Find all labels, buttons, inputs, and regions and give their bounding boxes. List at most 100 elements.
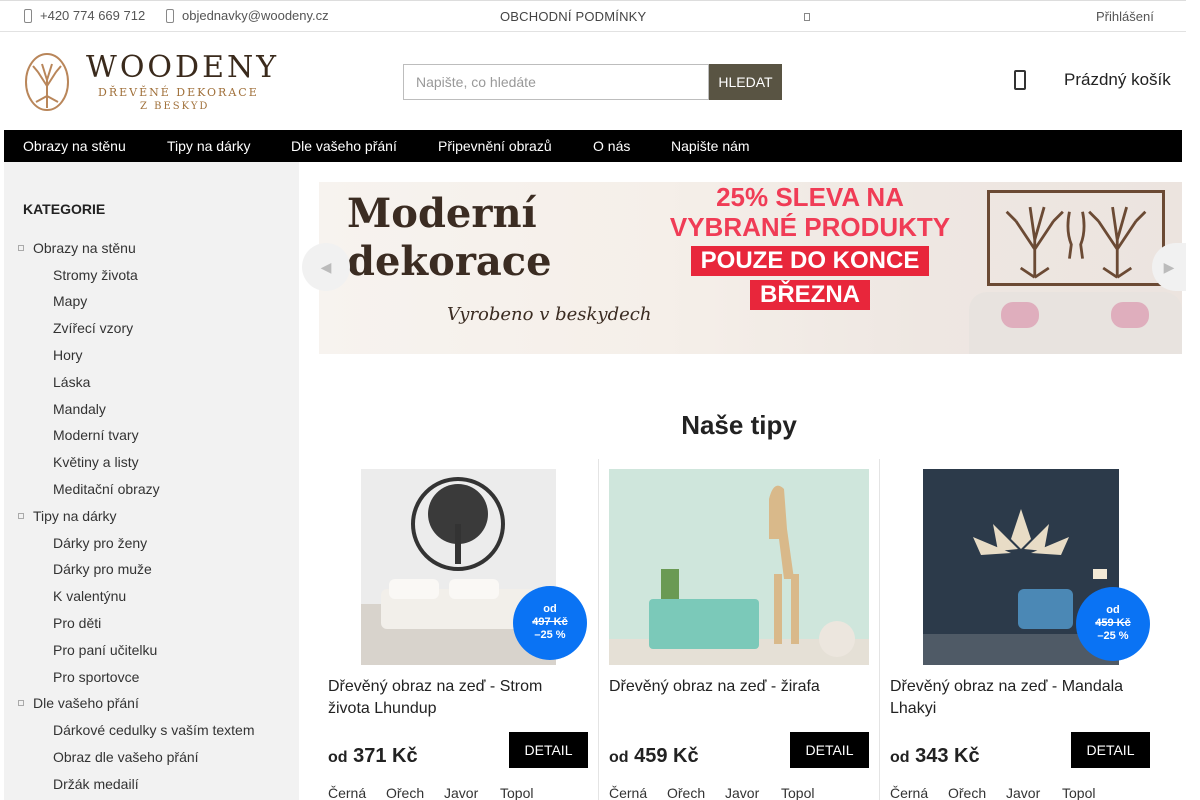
price-prefix: od	[890, 749, 910, 766]
banner-wall-art	[987, 190, 1165, 286]
category-item[interactable]: Pro děti	[53, 615, 101, 631]
nav-item-mounting[interactable]: Připevnění obrazů	[438, 138, 552, 154]
banner-promo: 25% SLEVA NA VYBRANÉ PRODUKTY POUZE DO K…	[645, 182, 975, 310]
header: WOODENY DŘEVĚNÉ DEKORACE Z BESKYD HLEDAT…	[0, 32, 1186, 130]
category-item[interactable]: Květiny a listy	[53, 454, 139, 470]
price-prefix: od	[328, 749, 348, 766]
banner-pillow	[1111, 302, 1149, 328]
more-menu-icon[interactable]	[804, 13, 810, 21]
carousel-prev-button[interactable]: ◀	[302, 243, 350, 291]
category-item[interactable]: Dárkové cedulky s vaším textem	[53, 722, 255, 738]
search-button[interactable]: HLEDAT	[709, 64, 782, 100]
variant-list: Černá Ořech Javor Topol	[609, 785, 814, 800]
cart-label[interactable]: Prázdný košík	[1064, 70, 1171, 90]
variant-option[interactable]: Černá	[609, 785, 667, 800]
category-item[interactable]: Pro paní učitelku	[53, 642, 157, 658]
variant-option[interactable]: Černá	[328, 785, 386, 800]
product-card: od 459 Kč –25 % Dřevěný obraz na zeď - M…	[881, 459, 1161, 800]
phone-contact[interactable]: +420 774 669 712	[24, 8, 145, 23]
category-item[interactable]: Mandaly	[53, 401, 106, 417]
product-card: od 497 Kč –25 % Dřevěný obraz na zeď - S…	[319, 459, 599, 800]
variant-option[interactable]: Ořech	[667, 785, 725, 800]
login-link[interactable]: Přihlášení	[1096, 9, 1154, 24]
category-item[interactable]: Pro sportovce	[53, 669, 139, 685]
banner-headline-line1: Moderní	[347, 190, 537, 237]
email-address[interactable]: objednavky@woodeny.cz	[182, 8, 329, 23]
badge-discount: –25 %	[1097, 630, 1129, 642]
variant-list: Černá Ořech Javor Topol	[328, 785, 533, 800]
chevron-left-icon: ◀	[320, 258, 332, 275]
cart[interactable]: Prázdný košík	[1014, 70, 1171, 90]
category-sidebar: KATEGORIE Obrazy na stěnu Stromy života …	[4, 162, 299, 800]
variant-option[interactable]: Topol	[1062, 785, 1095, 800]
discount-badge: od 497 Kč –25 %	[513, 586, 587, 660]
nav-item-custom[interactable]: Dle vašeho přání	[291, 138, 397, 154]
product-name[interactable]: Dřevěný obraz na zeď - Strom života Lhun…	[328, 676, 583, 720]
category-item[interactable]: Dárky pro ženy	[53, 535, 147, 551]
tips-heading: Naše tipy	[681, 410, 797, 440]
nav-item-contact[interactable]: Napište nám	[671, 138, 750, 154]
product-price: od 459 Kč	[609, 745, 699, 768]
detail-button[interactable]: DETAIL	[1071, 732, 1150, 768]
category-item[interactable]: Držák medailí	[53, 776, 139, 792]
card-divider	[879, 459, 880, 800]
product-name[interactable]: Dřevěný obraz na zeď - Mandala Lhakyi	[890, 676, 1145, 720]
category-item[interactable]: Meditační obrazy	[53, 481, 160, 497]
variant-option[interactable]: Topol	[500, 785, 533, 800]
discount-badge: od 459 Kč –25 %	[1076, 587, 1150, 661]
category-item[interactable]: Tipy na dárky	[18, 508, 117, 524]
tree-logo-icon	[25, 53, 69, 111]
nav-item-about[interactable]: O nás	[593, 138, 630, 154]
search-input[interactable]	[403, 64, 709, 100]
category-item[interactable]: Dle vašeho přání	[18, 695, 139, 711]
brand-tagline-2: Z BESKYD	[140, 101, 210, 112]
email-contact[interactable]: objednavky@woodeny.cz	[166, 8, 329, 23]
brand-tagline: DŘEVĚNÉ DEKORACE	[98, 86, 259, 99]
banner-sofa-image	[969, 292, 1182, 354]
category-item[interactable]: Mapy	[53, 293, 87, 309]
product-card: Dřevěný obraz na zeď - žirafa od 459 Kč …	[600, 459, 880, 800]
variant-option[interactable]: Ořech	[386, 785, 444, 800]
badge-prefix: od	[543, 603, 557, 615]
price-value: 371 Kč	[353, 745, 418, 767]
promo-banner[interactable]: Moderní dekorace Vyrobeno v beskydech 25…	[319, 182, 1182, 354]
main-nav: Obrazy na stěnu Tipy na dárky Dle vašeho…	[4, 130, 1182, 162]
category-item[interactable]: Dárky pro muže	[53, 561, 152, 577]
category-item[interactable]: Obraz dle vašeho přání	[53, 749, 199, 765]
category-item[interactable]: Stromy života	[53, 267, 138, 283]
price-value: 459 Kč	[634, 745, 699, 767]
category-item[interactable]: Moderní tvary	[53, 427, 139, 443]
variant-option[interactable]: Javor	[725, 785, 781, 800]
category-item[interactable]: Hory	[53, 347, 83, 363]
promo-line-2: VYBRANÉ PRODUKTY	[669, 212, 951, 242]
product-price: od 371 Kč	[328, 745, 418, 768]
promo-line-3: POUZE DO KONCE	[690, 246, 930, 276]
variant-option[interactable]: Javor	[444, 785, 500, 800]
product-photo	[609, 469, 869, 665]
phone-icon	[24, 8, 32, 23]
category-item[interactable]: K valentýnu	[53, 588, 126, 604]
variant-option[interactable]: Topol	[781, 785, 814, 800]
banner-pillow	[1001, 302, 1039, 328]
detail-button[interactable]: DETAIL	[509, 732, 588, 768]
product-price: od 343 Kč	[890, 745, 980, 768]
card-divider	[598, 459, 599, 800]
detail-button[interactable]: DETAIL	[790, 732, 869, 768]
top-bar: +420 774 669 712 objednavky@woodeny.cz O…	[0, 0, 1186, 32]
variant-option[interactable]: Javor	[1006, 785, 1062, 800]
product-image[interactable]	[609, 469, 869, 665]
category-item[interactable]: Obrazy na stěnu	[18, 240, 136, 256]
mail-icon	[166, 8, 174, 23]
product-name[interactable]: Dřevěný obraz na zeď - žirafa	[609, 676, 864, 698]
cart-icon[interactable]	[1014, 70, 1026, 90]
nav-item-gift-tips[interactable]: Tipy na dárky	[167, 138, 251, 154]
variant-option[interactable]: Černá	[890, 785, 948, 800]
variant-option[interactable]: Ořech	[948, 785, 1006, 800]
badge-prefix: od	[1106, 604, 1120, 616]
phone-number[interactable]: +420 774 669 712	[40, 8, 145, 23]
nav-item-wall-pictures[interactable]: Obrazy na stěnu	[23, 138, 126, 154]
logo[interactable]: WOODENY DŘEVĚNÉ DEKORACE Z BESKYD	[24, 50, 276, 112]
terms-link[interactable]: OBCHODNÍ PODMÍNKY	[500, 9, 646, 24]
category-item[interactable]: Zvířecí vzory	[53, 320, 133, 336]
category-item[interactable]: Láska	[53, 374, 90, 390]
